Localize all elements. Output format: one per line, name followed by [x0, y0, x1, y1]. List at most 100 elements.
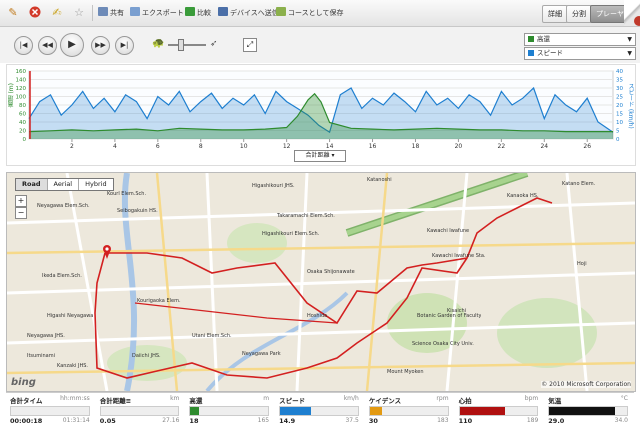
stat-label: 高還: [189, 397, 203, 405]
speed-slider-thumb[interactable]: [178, 39, 184, 51]
left-tick-label: 40: [19, 120, 26, 126]
slow-icon: 🐢: [152, 38, 165, 49]
map-type-hybrid[interactable]: Hybrid: [79, 179, 112, 190]
fast-forward-button[interactable]: ▶▶: [91, 36, 110, 55]
x-tick-label: 4: [113, 143, 117, 150]
map-place-label: Katanoshi: [367, 177, 392, 183]
rewind-button[interactable]: ◀◀: [38, 36, 57, 55]
stats-bar: 合計タイム hh:mm:ss 00:00:18 01:31:14 合計距離≡ km 0.05…: [6, 392, 634, 433]
fullscreen-icon[interactable]: ⤢: [243, 38, 257, 52]
map-place-label: Hoshida: [307, 313, 328, 319]
device-icon: [218, 7, 228, 16]
stat-bar: [548, 406, 628, 416]
left-tick-label: 160: [16, 69, 27, 75]
left-tick-label: 20: [19, 129, 26, 135]
stat-bar: [10, 406, 90, 416]
save-as-course-button[interactable]: コースとして保存: [276, 6, 343, 20]
stat-label: 合計タイム: [10, 397, 43, 405]
map-type-switcher: Road Aerial Hybrid: [15, 178, 114, 191]
right-tick-label: 30: [616, 86, 623, 92]
map-place-label: Osaka Shijonawate: [307, 269, 355, 275]
chevron-down-icon: ▼: [627, 36, 632, 43]
map-place-label: Science Osaka City Univ.: [412, 341, 474, 347]
map-place-label: Higashi Neyagawa: [47, 313, 94, 319]
send-to-device-button[interactable]: デバイスへ送信: [218, 6, 279, 20]
right-tick-label: 5: [616, 129, 620, 135]
stat-bar: [458, 406, 539, 416]
export-button[interactable]: エクスポート: [130, 6, 184, 20]
stat-unit: bpm: [524, 395, 539, 402]
stat-label: 気温: [548, 397, 562, 405]
delete-icon[interactable]: [28, 6, 42, 20]
export-icon: [130, 7, 140, 16]
map-place-label: Hoji: [577, 261, 587, 267]
left-tick-label: 120: [16, 86, 27, 92]
stat-6: 気温 °C 29.0 34.0: [548, 395, 628, 431]
bottom-metric-select[interactable]: スピード ▼: [524, 47, 636, 60]
right-tick-label: 20: [616, 103, 623, 109]
star-icon[interactable]: ☆: [72, 6, 86, 20]
map-place-label: Kanzaki JHS.: [57, 363, 88, 369]
map-place-label: Kourigaoka Elem.: [137, 298, 181, 304]
page-curl[interactable]: [624, 0, 640, 26]
map-place-label: Neyagawa Park: [242, 351, 281, 357]
play-button[interactable]: ▶: [60, 33, 84, 57]
left-tick-label: 60: [19, 112, 26, 118]
course-icon: [276, 7, 286, 16]
skip-start-button[interactable]: |◀: [14, 36, 33, 55]
stat-2: 高還 m 18 165: [189, 395, 270, 431]
map-place-label: Kawachi Iwafune: [427, 228, 470, 234]
compare-button[interactable]: 比較: [185, 6, 211, 20]
stat-bar: [368, 406, 449, 416]
route-map[interactable]: Katano Elem. Kourl Elem.Sch. Higashikouri …: [6, 172, 636, 392]
stat-bar: [279, 406, 359, 416]
zoom-out-button[interactable]: −: [15, 207, 27, 219]
tab-details[interactable]: 詳細: [542, 5, 568, 23]
map-place-label: Seibogakuin HS.: [117, 208, 158, 214]
speed-slider-track[interactable]: [168, 44, 206, 46]
map-place-label: Higashikouri Elem.Sch.: [262, 231, 320, 237]
map-canvas[interactable]: [7, 173, 635, 391]
stat-4: ケイデンス rpm 30 183: [368, 395, 449, 431]
skip-end-button[interactable]: ▶|: [115, 36, 134, 55]
stat-unit: m: [263, 395, 270, 402]
park-area: [227, 223, 287, 263]
x-tick-label: 26: [583, 143, 591, 150]
share-button[interactable]: 共有: [98, 6, 124, 20]
top-metric-select[interactable]: 高還 ▼: [524, 33, 636, 46]
stat-unit: rpm: [436, 395, 449, 402]
stat-max: 27.16: [162, 417, 180, 424]
x-axis-select[interactable]: 合計距離 ▾: [294, 150, 346, 162]
map-copyright: © 2010 Microsoft Corporation: [541, 381, 631, 388]
x-tick-label: 8: [199, 143, 203, 150]
stat-3: スピード km/h 14.9 37.5: [279, 395, 359, 431]
stat-label: スピード: [279, 397, 306, 405]
elevation-swatch: [528, 36, 534, 42]
stat-bar-fill: [280, 407, 312, 415]
chevron-down-icon: ▼: [627, 50, 632, 57]
stat-1: 合計距離≡ km 0.05 27.16: [99, 395, 180, 431]
pencil-icon[interactable]: ✍: [50, 6, 64, 20]
zoom-in-button[interactable]: +: [15, 195, 27, 207]
x-tick-label: 20: [455, 143, 463, 150]
map-place-label: Higashikouri JHS.: [252, 183, 295, 189]
stat-label: 合計距離≡: [99, 397, 132, 405]
map-type-road[interactable]: Road: [16, 179, 48, 190]
x-tick-label: 10: [240, 143, 248, 150]
map-place-label: Botanic Garden of Faculty: [417, 313, 482, 319]
edit-icon[interactable]: ✎: [6, 6, 20, 20]
tab-splits[interactable]: 分割: [566, 5, 592, 23]
map-place-label: Kanaoka HS.: [507, 193, 539, 199]
map-place-label: Itsuminami: [27, 353, 55, 359]
map-place-label: Kawachi Iwafune Sta.: [432, 253, 486, 259]
right-tick-label: 0: [616, 137, 620, 143]
left-tick-label: 140: [16, 78, 27, 84]
left-axis-label: 高還 (m): [8, 83, 15, 108]
map-place-label: Daiichi JHS.: [132, 353, 161, 359]
player-controls: |◀ ◀◀ ▶ ▶▶ ▶| 🐢 ➶ ⤢ 高還 ▼ スピード ▼: [0, 27, 640, 63]
stat-max: 183: [437, 417, 449, 424]
stat-bar-fill: [459, 407, 505, 415]
map-type-aerial[interactable]: Aerial: [48, 179, 80, 190]
x-tick-label: 14: [326, 143, 334, 150]
stat-unit: °C: [620, 395, 628, 402]
